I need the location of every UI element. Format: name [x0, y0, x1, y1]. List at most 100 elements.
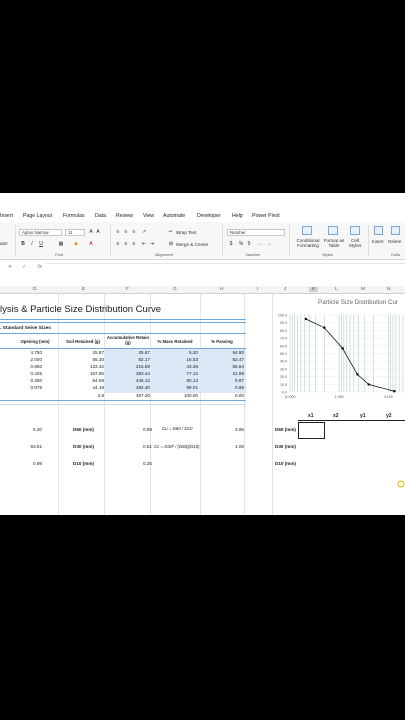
calc-a[interactable]: 0.99	[10, 461, 42, 466]
increase-font-icon[interactable]: A	[88, 229, 94, 235]
fx-icon[interactable]: fx	[38, 264, 42, 270]
column-header[interactable]: M	[361, 287, 365, 292]
cell-accum-retained[interactable]: 492.30	[106, 385, 150, 390]
calc-result[interactable]: 3.95	[210, 427, 244, 432]
cell-soil-retained[interactable]: 4.9	[60, 393, 104, 398]
cell-soil-retained[interactable]: 64.68	[60, 378, 105, 383]
column-header[interactable]: E	[82, 287, 85, 292]
decrease-decimal-icon[interactable]: →	[266, 241, 272, 247]
underline-icon[interactable]: U	[38, 241, 44, 247]
enter-icon[interactable]: ✓	[22, 264, 26, 270]
cell-passing[interactable]: 94.80	[200, 350, 245, 355]
cell-soil-retained[interactable]: 44.19	[60, 385, 105, 390]
calc-value[interactable]: 0.51	[112, 444, 152, 449]
cancel-icon[interactable]: ✕	[8, 264, 12, 270]
cell-opening[interactable]: 0.250	[10, 378, 43, 383]
increase-indent-icon[interactable]: ⇥	[149, 241, 155, 247]
align-top-icon[interactable]: ≡	[115, 229, 121, 235]
cell-soil-retained[interactable]: 167.85	[60, 371, 104, 376]
calc-a[interactable]: 5.20	[10, 427, 42, 432]
cell-accum-retained[interactable]: 25.87	[106, 350, 151, 355]
merge-center-button[interactable]: Merge & Center	[176, 242, 208, 247]
cell-opening[interactable]: 0.075	[10, 385, 43, 390]
bold-icon[interactable]: B	[20, 241, 26, 247]
wrap-text-button[interactable]: Wrap Text	[176, 230, 197, 235]
tab-automate[interactable]: Automate	[163, 213, 185, 219]
cell-passing[interactable]: 0.99	[200, 385, 244, 390]
tab-page-layout[interactable]: Page Layout	[23, 213, 52, 219]
cell-opening[interactable]: 0.850	[10, 364, 43, 369]
fill-color-icon[interactable]: ◆	[73, 241, 79, 247]
tab-review[interactable]: Review	[116, 213, 133, 219]
conditional-formatting-icon[interactable]	[302, 226, 312, 235]
accounting-icon[interactable]: $	[228, 241, 234, 247]
cell-opening[interactable]: 2.000	[10, 357, 43, 362]
font-color-icon[interactable]: A	[88, 241, 94, 247]
column-header[interactable]: G	[173, 287, 177, 292]
cell-mass-retained[interactable]: 16.53	[152, 357, 199, 362]
italic-icon[interactable]: I	[29, 241, 35, 247]
cell-styles-icon[interactable]	[350, 226, 360, 235]
tab-developer[interactable]: Developer	[197, 213, 221, 219]
column-header[interactable]: N	[387, 287, 390, 292]
decrease-indent-icon[interactable]: ⇤	[141, 241, 147, 247]
column-header[interactable]: I	[257, 287, 258, 292]
particle-size-chart[interactable]: 0.0 10.0 20.0 30.0 40.0 50.0 60.0 70.0 80.0 90.0 1…	[272, 311, 405, 411]
column-header[interactable]: K	[309, 287, 319, 292]
tab-formulas[interactable]: Formulas	[63, 213, 85, 219]
selected-cell[interactable]	[298, 422, 325, 439]
column-header[interactable]: H	[220, 287, 223, 292]
decrease-font-icon[interactable]: A	[95, 229, 101, 235]
align-middle-icon[interactable]: ≡	[123, 229, 129, 235]
cell-accum-retained[interactable]: 215.59	[106, 364, 150, 369]
cell-mass-retained[interactable]: 100.00	[152, 393, 198, 398]
cell-accum-retained[interactable]: 383.44	[106, 371, 150, 376]
cell-accum-retained[interactable]: 448.12	[106, 378, 150, 383]
align-bottom-icon[interactable]: ≡	[131, 229, 137, 235]
cell-passing[interactable]: 83.47	[200, 357, 245, 362]
percent-icon[interactable]: %	[238, 241, 244, 247]
formula-input[interactable]	[46, 263, 405, 272]
merge-icon[interactable]: ⊞	[168, 241, 174, 247]
tab-help[interactable]: Help	[232, 213, 243, 219]
format-table-icon[interactable]	[328, 226, 338, 235]
column-header[interactable]: F	[126, 287, 129, 292]
tab-view[interactable]: View	[143, 213, 154, 219]
calc-result[interactable]: 1.06	[210, 444, 244, 449]
orientation-icon[interactable]: ↗	[141, 229, 147, 235]
align-right-icon[interactable]: ≡	[131, 241, 137, 247]
cell-soil-retained[interactable]: 133.42	[60, 364, 104, 369]
format-as-table-button[interactable]: Format as Table	[320, 238, 348, 248]
cell-soil-retained[interactable]: 56.30	[60, 357, 105, 362]
cell-mass-retained[interactable]: 90.13	[152, 378, 199, 383]
cell-passing[interactable]: 0.00	[200, 393, 244, 398]
delete-button[interactable]: Delete	[388, 239, 401, 244]
tab-data[interactable]: Data	[95, 213, 106, 219]
cell-mass-retained[interactable]: 99.01	[152, 385, 199, 390]
wrap-text-icon[interactable]: ↵	[168, 229, 174, 235]
cell-accum-retained[interactable]: 497.20	[106, 393, 150, 398]
tab-power-pivot[interactable]: Power Pivot	[252, 213, 280, 219]
column-header[interactable]: L	[335, 287, 338, 292]
calc-value[interactable]: 0.99	[112, 427, 152, 432]
calc-a[interactable]: 93.61	[10, 444, 43, 449]
insert-button[interactable]: Insert	[372, 239, 384, 244]
align-left-icon[interactable]: ≡	[115, 241, 121, 247]
conditional-formatting-button[interactable]: Conditional Formatting	[293, 238, 323, 248]
number-format-select[interactable]: Number	[227, 229, 285, 236]
cell-mass-retained[interactable]: 43.36	[152, 364, 199, 369]
cell-passing[interactable]: 22.88	[200, 371, 245, 376]
cell-passing[interactable]: 56.64	[200, 364, 245, 369]
cell-accum-retained[interactable]: 82.17	[106, 357, 151, 362]
column-header[interactable]: D	[33, 287, 36, 292]
cell-opening[interactable]: 0.425	[10, 371, 43, 376]
borders-icon[interactable]: ▦	[58, 241, 64, 247]
cell-opening[interactable]: 4.750	[10, 350, 43, 355]
cell-passing[interactable]: 9.87	[200, 378, 244, 383]
cell-mass-retained[interactable]: 5.20	[152, 350, 198, 355]
calc-value[interactable]: 0.25	[112, 461, 152, 466]
column-header[interactable]: J	[284, 287, 286, 292]
cell-soil-retained[interactable]: 25.87	[60, 350, 105, 355]
delete-cells-icon[interactable]	[391, 226, 400, 235]
align-center-icon[interactable]: ≡	[123, 241, 129, 247]
